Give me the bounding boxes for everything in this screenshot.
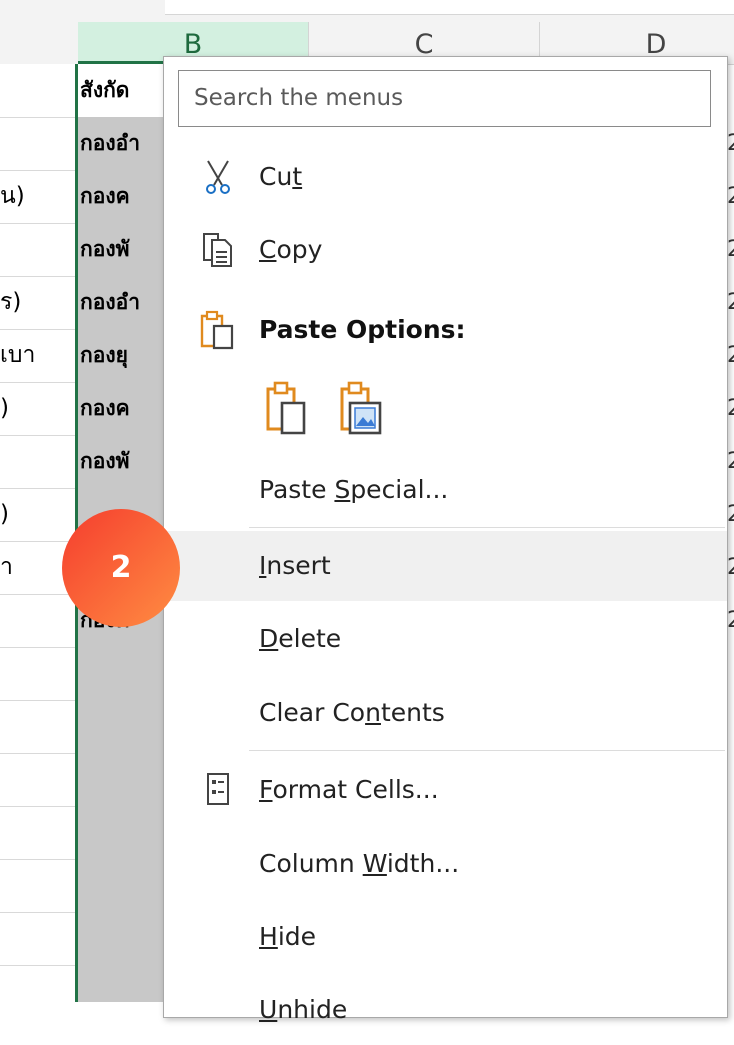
formula-bar[interactable]: [165, 0, 734, 15]
cell-b[interactable]: กองอำ: [80, 276, 168, 329]
cell-b[interactable]: กองค: [80, 382, 168, 435]
paste-picture-icon[interactable]: [338, 379, 382, 435]
menu-item-paste-options: Paste Options:: [164, 295, 727, 365]
row-gridline: [0, 700, 76, 701]
context-menu: Search the menus Cut Copy Paste Options:: [163, 56, 728, 1024]
cell-a[interactable]: เบา: [0, 329, 74, 382]
cell-a[interactable]: ): [0, 488, 74, 541]
cell-d[interactable]: 2: [727, 276, 734, 329]
cell-d[interactable]: 2: [727, 541, 734, 594]
menu-item-label: Insert: [259, 551, 331, 580]
menu-item-format-cells[interactable]: Format Cells...: [164, 755, 727, 825]
menu-item-copy[interactable]: Copy: [164, 215, 727, 285]
cell-a[interactable]: [0, 64, 74, 117]
cell-d[interactable]: 2: [727, 170, 734, 223]
menu-item-label: Column Width...: [259, 849, 460, 878]
cell-a[interactable]: [0, 594, 74, 647]
cell-b[interactable]: กองพั: [80, 223, 168, 276]
cell-d[interactable]: 2: [727, 117, 734, 170]
menu-item-label: Delete: [259, 624, 342, 653]
menu-item-delete[interactable]: Delete: [164, 604, 727, 674]
cell-d[interactable]: [727, 64, 734, 117]
cell-a[interactable]: [0, 117, 74, 170]
menu-item-label: Paste Options:: [259, 315, 466, 344]
paste-keep-formatting-icon[interactable]: [264, 379, 308, 435]
paste-icon: [200, 310, 234, 350]
cell-b[interactable]: กองพั: [80, 435, 168, 488]
step-number-badge: 2: [62, 509, 180, 627]
row-gridline: [0, 859, 76, 860]
cell-a[interactable]: ร): [0, 276, 74, 329]
menu-separator: [249, 527, 725, 528]
cell-d[interactable]: 2: [727, 488, 734, 541]
menu-item-label: Format Cells...: [259, 775, 439, 804]
cell-b[interactable]: กองอำ: [80, 117, 168, 170]
cell-d[interactable]: 2: [727, 594, 734, 647]
menu-item-hide[interactable]: Hide: [164, 902, 727, 972]
cell-b[interactable]: กองค: [80, 170, 168, 223]
menu-item-label: Clear Contents: [259, 698, 445, 727]
menu-item-column-width[interactable]: Column Width...: [164, 829, 727, 899]
cell-d[interactable]: 2: [727, 223, 734, 276]
row-gridline: [0, 806, 76, 807]
copy-icon: [203, 233, 232, 267]
menu-item-label: Paste Special...: [259, 475, 449, 504]
menu-item-label: Copy: [259, 235, 323, 264]
cell-a[interactable]: น): [0, 170, 74, 223]
menu-item-label: Hide: [259, 922, 317, 951]
cell-a[interactable]: ): [0, 382, 74, 435]
row-gridline: [0, 912, 76, 913]
cell-b[interactable]: กองยุ: [80, 329, 168, 382]
cell-b[interactable]: สังกัด: [80, 64, 168, 117]
cell-a[interactable]: [0, 223, 74, 276]
menu-item-label: Unhide: [259, 995, 348, 1024]
cell-a[interactable]: [0, 435, 74, 488]
menu-item-label: Cut: [259, 162, 303, 191]
menu-item-paste-special[interactable]: Paste Special...: [164, 455, 727, 525]
menu-item-unhide[interactable]: Unhide: [164, 975, 727, 1045]
column-header-a[interactable]: [0, 22, 76, 64]
menu-item-cut[interactable]: Cut: [164, 142, 727, 212]
cell-d[interactable]: 2: [727, 435, 734, 488]
row-gridline: [0, 647, 76, 648]
row-gridline: [0, 965, 76, 966]
cell-d[interactable]: 2: [727, 382, 734, 435]
cell-d[interactable]: 2: [727, 329, 734, 382]
menu-separator: [249, 750, 725, 751]
format-cells-icon: [207, 773, 229, 805]
menu-item-clear-contents[interactable]: Clear Contents: [164, 678, 727, 748]
search-menus-input[interactable]: Search the menus: [178, 70, 711, 127]
row-gridline: [0, 753, 76, 754]
menu-item-insert[interactable]: Insert: [164, 531, 727, 601]
scissors-icon: [206, 160, 230, 194]
